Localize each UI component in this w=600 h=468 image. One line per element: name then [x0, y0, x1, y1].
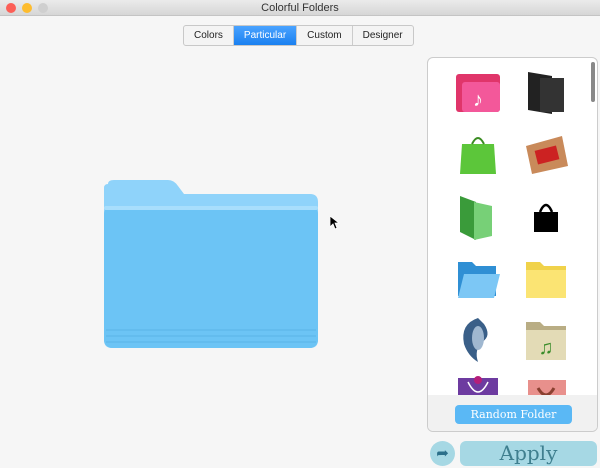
tab-custom[interactable]: Custom — [297, 26, 353, 45]
mode-tabs: Colors Particular Custom Designer — [183, 25, 414, 46]
folder-preview-icon — [104, 180, 318, 348]
mouse-cursor-icon — [330, 216, 340, 230]
green-bag-icon[interactable] — [454, 130, 502, 178]
tab-designer[interactable]: Designer — [353, 26, 413, 45]
folder-gallery: ♪ ♫ — [427, 57, 598, 432]
black-folder-icon[interactable] — [522, 68, 570, 116]
photo-folder-icon[interactable] — [522, 130, 570, 178]
title-bar: Colorful Folders — [0, 0, 600, 16]
share-arrow-icon[interactable]: ➦ — [430, 441, 455, 466]
random-folder-button[interactable]: Random Folder — [455, 405, 572, 424]
apply-button[interactable]: Apply — [460, 441, 597, 466]
minimize-button[interactable] — [22, 3, 32, 13]
music-folder-icon[interactable]: ♪ — [454, 68, 502, 116]
music-note-folder-icon[interactable]: ♫ — [522, 316, 570, 364]
yellow-folder-icon[interactable] — [522, 254, 570, 302]
tab-colors[interactable]: Colors — [184, 26, 234, 45]
zoom-button[interactable] — [38, 3, 48, 13]
green-folder-icon[interactable] — [454, 192, 502, 240]
blue-open-folder-icon[interactable] — [454, 254, 502, 302]
gallery-scrollbar[interactable] — [591, 62, 595, 102]
svg-text:♪: ♪ — [473, 89, 483, 111]
tab-particular[interactable]: Particular — [233, 26, 298, 45]
dolphin-icon[interactable] — [454, 316, 502, 364]
close-button[interactable] — [6, 3, 16, 13]
black-bag-icon[interactable] — [522, 192, 570, 240]
window-title: Colorful Folders — [261, 2, 339, 14]
svg-text:♫: ♫ — [539, 337, 554, 359]
